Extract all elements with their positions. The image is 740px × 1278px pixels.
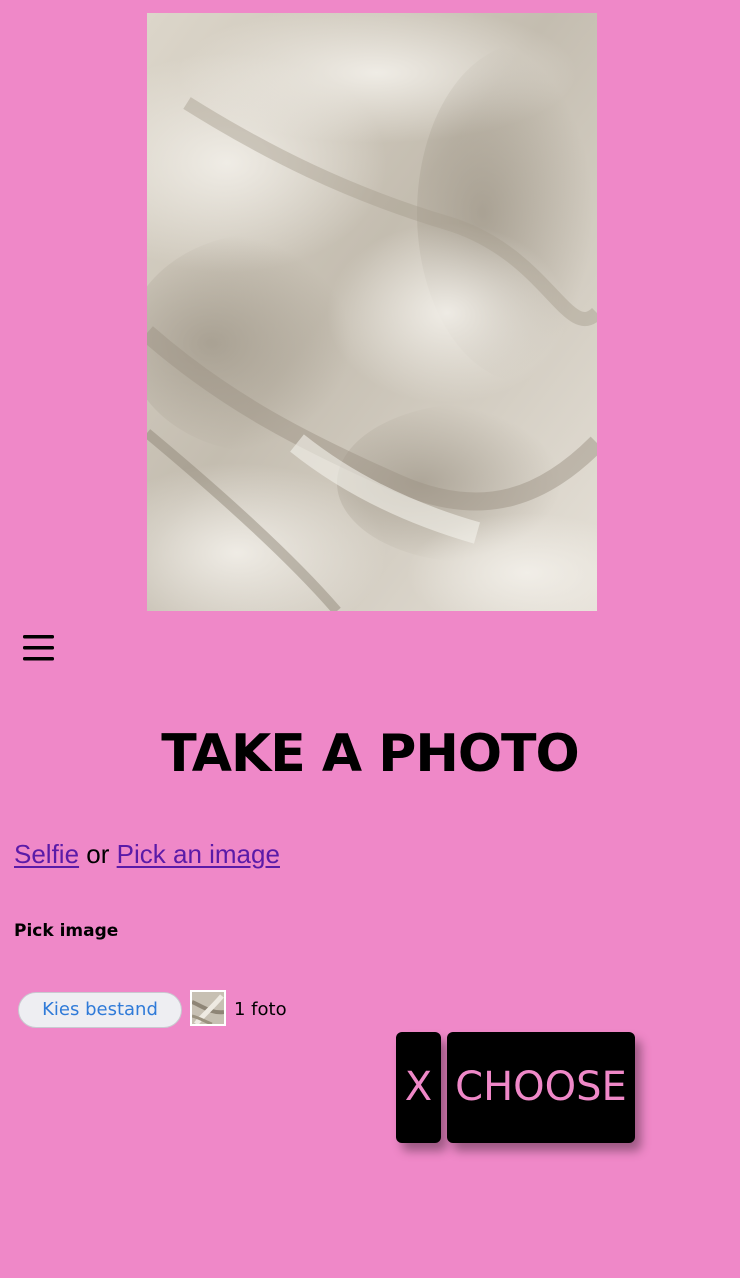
- selected-file-thumbnail: [190, 990, 226, 1026]
- pick-image-link[interactable]: Pick an image: [117, 839, 280, 869]
- thumbnail-image: [192, 992, 224, 1024]
- fabric-photo-image: [147, 13, 597, 611]
- choose-button[interactable]: CHOOSE: [447, 1032, 635, 1143]
- choose-file-button[interactable]: Kies bestand: [18, 992, 182, 1028]
- hamburger-menu-icon: [23, 635, 54, 661]
- file-count-text: 1 foto: [234, 999, 287, 1020]
- source-links: Selfie or Pick an image: [14, 836, 280, 872]
- or-separator: or: [86, 839, 110, 869]
- hamburger-menu-button[interactable]: [22, 628, 56, 668]
- selfie-link[interactable]: Selfie: [14, 839, 79, 869]
- pick-image-label: Pick image: [14, 921, 119, 941]
- photo-preview: [147, 13, 597, 611]
- close-button[interactable]: X: [396, 1032, 441, 1143]
- page-title: TAKE A PHOTO: [161, 724, 579, 784]
